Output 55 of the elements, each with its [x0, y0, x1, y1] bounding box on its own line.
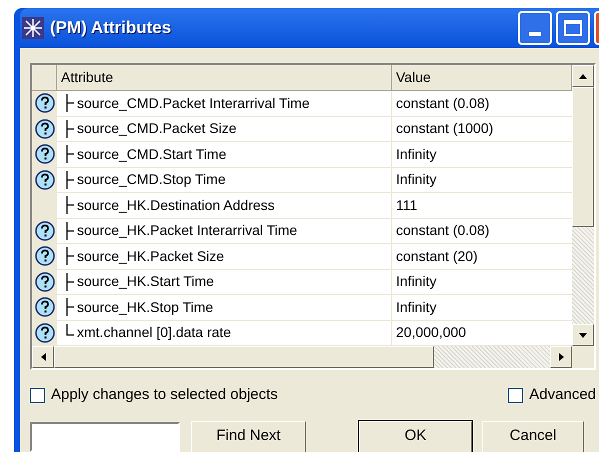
tree-branch-icon — [65, 118, 75, 139]
attribute-name: source_HK.Destination Address — [77, 196, 275, 215]
attribute-value: constant (1000) — [396, 119, 494, 138]
attribute-name: source_CMD.Packet Interarrival Time — [77, 94, 310, 113]
checkbox[interactable] — [30, 388, 45, 403]
scroll-arrow-button[interactable] — [32, 346, 54, 368]
attribute-name: source_HK.Stop Time — [77, 298, 214, 317]
checkbox-label: Apply changes to selected objects — [51, 385, 278, 405]
attribute-name: source_HK.Packet Size — [77, 246, 224, 266]
ok-button[interactable]: OK — [359, 420, 472, 452]
right-arrow-icon — [558, 353, 564, 361]
left-arrow-icon — [40, 353, 46, 361]
attribute-name: source_CMD.Stop Time — [77, 170, 226, 190]
maximize-button[interactable] — [556, 11, 590, 45]
scrollbar-corner — [572, 346, 594, 368]
tree-branch-icon — [65, 195, 75, 216]
attribute-value: constant (0.08) — [396, 94, 490, 113]
attribute-value: 111 — [396, 196, 418, 215]
scroll-arrow-button[interactable] — [550, 346, 572, 368]
tree-branch-icon — [65, 170, 75, 190]
attribute-name: source_CMD.Packet Size — [77, 119, 237, 138]
attribute-name: source_CMD.Start Time — [77, 144, 226, 164]
star-icon — [22, 17, 44, 39]
scroll-thumb[interactable] — [54, 346, 434, 368]
window-title: (PM) Attributes — [50, 17, 172, 40]
attribute-value: Infinity — [396, 144, 436, 164]
attribute-name: source_HK.Start Time — [77, 272, 214, 292]
tree-branch-icon — [65, 272, 75, 292]
vertical-scrollbar[interactable] — [572, 65, 594, 346]
checkbox[interactable] — [508, 388, 524, 403]
attribute-value: Infinity — [396, 298, 436, 317]
scroll-arrow-button[interactable] — [572, 324, 594, 346]
up-arrow-icon — [579, 74, 587, 78]
scroll-arrow-button[interactable] — [572, 65, 594, 87]
tree-branch-icon — [65, 297, 75, 318]
scroll-thumb[interactable] — [572, 87, 594, 227]
cancel-button[interactable]: Cancel — [482, 420, 584, 452]
tree-branch-icon — [65, 220, 75, 241]
attribute-name: xmt.channel [0].data rate — [77, 323, 232, 342]
attribute-name: source_HK.Packet Interarrival Time — [77, 221, 298, 240]
attribute-value: 20,000,000 — [396, 323, 466, 342]
column-header[interactable]: Attribute — [57, 65, 392, 91]
attribute-value: Infinity — [396, 170, 436, 190]
tree-branch-icon — [65, 144, 75, 164]
attribute-value: constant (0.08) — [396, 221, 490, 240]
tree-branch-icon — [65, 93, 75, 114]
down-arrow-icon — [579, 332, 587, 338]
horizontal-scrollbar[interactable] — [32, 346, 594, 368]
attribute-value: Infinity — [396, 272, 436, 292]
minimize-button[interactable] — [518, 11, 552, 45]
tree-branch-icon — [65, 246, 75, 266]
attribute-value: constant (20) — [396, 246, 478, 266]
search-field[interactable] — [30, 422, 180, 452]
find-next-button[interactable]: Find Next — [191, 420, 306, 452]
checkbox-label: Advanced — [529, 385, 596, 405]
